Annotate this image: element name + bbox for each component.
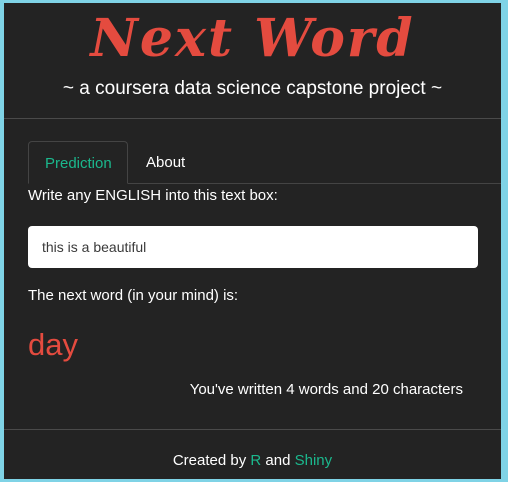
predicted-word: day [28, 327, 78, 362]
header-divider [4, 118, 501, 119]
link-shiny[interactable]: Shiny [295, 452, 333, 469]
tab-about[interactable]: About [130, 141, 201, 184]
footer-middle: and [265, 452, 291, 469]
footer: Created by R and Shiny [4, 451, 501, 471]
app-subtitle: ~ a coursera data science capstone proje… [62, 78, 443, 99]
text-input[interactable] [28, 226, 478, 268]
tab-prediction[interactable]: Prediction [28, 141, 128, 184]
footer-divider [4, 429, 501, 430]
link-r[interactable]: R [250, 452, 261, 469]
result-label: The next word (in your mind) is: [28, 287, 239, 304]
word-char-count: You've written 4 words and 20 characters [189, 381, 463, 398]
app-frame: Next Word ~ a coursera data science caps… [4, 3, 501, 479]
footer-prefix: Created by [172, 452, 247, 469]
app-title: Next Word [90, 8, 415, 69]
input-label: Write any ENGLISH into this text box: [28, 187, 278, 204]
